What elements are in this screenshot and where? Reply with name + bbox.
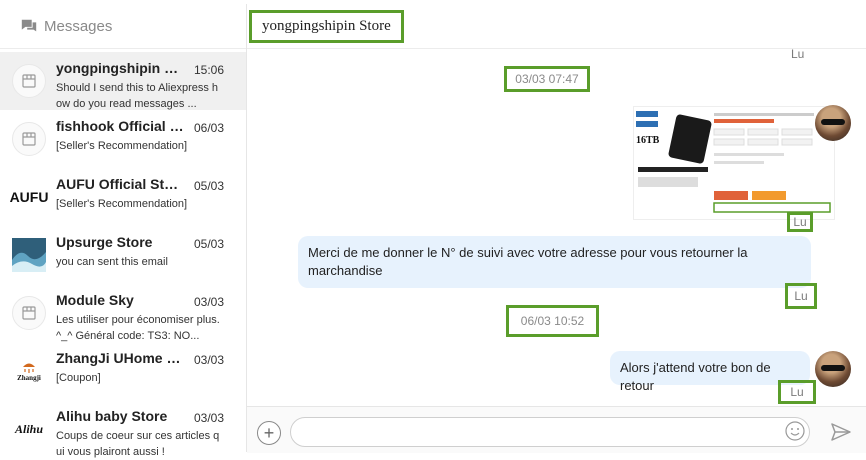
conversation-name: yongpingshipin Store bbox=[56, 60, 184, 76]
wave-image-icon bbox=[12, 238, 46, 272]
conversation-date: 06/03 bbox=[193, 121, 224, 135]
timestamp: 03/03 07:47 bbox=[504, 66, 590, 92]
avatar-glasses-decoration bbox=[821, 365, 845, 371]
conversation-preview: Should I send this to Aliexpress how do … bbox=[56, 82, 219, 110]
sidebar-header: Messages bbox=[0, 4, 246, 49]
message-bubble[interactable]: Merci de me donner le N° de suivi avec v… bbox=[298, 236, 811, 288]
conversation-date: 03/03 bbox=[193, 411, 224, 425]
user-avatar bbox=[815, 351, 851, 387]
conversation-preview: [Coupon] bbox=[56, 372, 101, 384]
chat-bubbles-icon bbox=[21, 19, 37, 32]
conversation-name: Module Sky bbox=[56, 292, 134, 308]
read-receipt: Lu bbox=[785, 283, 817, 309]
product-screenshot bbox=[636, 111, 831, 213]
conversation-date: 03/03 bbox=[193, 295, 224, 309]
read-receipt: Lu bbox=[791, 47, 805, 61]
message-thread[interactable]: Lu 03/03 07:47 16TB Lu Merci de me donne… bbox=[247, 47, 866, 406]
send-icon[interactable] bbox=[831, 423, 851, 441]
conversation-preview: [Seller's Recommendation] bbox=[56, 140, 188, 152]
chat-title: yongpingshipin Store bbox=[249, 10, 404, 43]
conversation-name: AUFU Official Store bbox=[56, 176, 184, 192]
aufu-logo: AUFU bbox=[9, 189, 49, 205]
conversation-list: yongpingshipin Store 15:06 Should I send… bbox=[0, 52, 246, 458]
read-receipt: Lu bbox=[787, 212, 813, 232]
conversation-name: Alihu baby Store bbox=[56, 408, 168, 424]
product-capacity-label: 16TB bbox=[636, 135, 660, 146]
add-attachment-button[interactable]: + bbox=[257, 421, 281, 445]
sidebar-title: Messages bbox=[44, 17, 113, 35]
conversation-name: fishhook Official Store bbox=[56, 118, 184, 134]
message-composer: + bbox=[247, 406, 866, 453]
conversation-sidebar: Messages yongpingshipin Store 15:06 Shou… bbox=[0, 4, 247, 458]
store-icon bbox=[22, 74, 36, 88]
avatar bbox=[12, 64, 46, 98]
conversation-preview: you can sent this email bbox=[56, 256, 168, 268]
product-image-message[interactable]: 16TB bbox=[633, 106, 835, 220]
chat-panel: yongpingshipin Store Lu 03/03 07:47 16TB… bbox=[247, 4, 866, 453]
messenger-app: Messages yongpingshipin Store 15:06 Shou… bbox=[0, 0, 866, 458]
zhangji-logo: Zhangji bbox=[17, 374, 41, 382]
store-icon bbox=[22, 132, 36, 146]
conversation-date: 03/03 bbox=[193, 353, 224, 367]
conversation-item[interactable]: yongpingshipin Store 15:06 Should I send… bbox=[0, 52, 246, 110]
conversation-date: 05/03 bbox=[193, 237, 224, 251]
avatar: Alihu bbox=[12, 412, 46, 446]
user-avatar bbox=[815, 105, 851, 141]
avatar bbox=[12, 122, 46, 156]
avatar: Zhangji bbox=[12, 354, 46, 388]
avatar bbox=[12, 296, 46, 330]
conversation-name: ZhangJi UHome sup... bbox=[56, 350, 184, 366]
conversation-date: 15:06 bbox=[193, 63, 224, 77]
conversation-item[interactable]: Alihu Alihu baby Store 03/03 Coups de co… bbox=[0, 400, 246, 458]
conversation-item[interactable]: Module Sky 03/03 Les utiliser pour écono… bbox=[0, 284, 246, 342]
chat-header: yongpingshipin Store bbox=[247, 4, 866, 49]
conversation-preview: Les utiliser pour économiser plus. ^_^ G… bbox=[56, 314, 220, 342]
message-input[interactable] bbox=[290, 417, 810, 447]
conversation-item[interactable]: Zhangji ZhangJi UHome sup... 03/03 [Coup… bbox=[0, 342, 246, 400]
avatar bbox=[12, 238, 46, 272]
conversation-item[interactable]: fishhook Official Store 06/03 [Seller's … bbox=[0, 110, 246, 168]
conversation-preview: [Seller's Recommendation] bbox=[56, 198, 188, 210]
conversation-date: 05/03 bbox=[193, 179, 224, 193]
emoji-icon[interactable] bbox=[785, 421, 805, 441]
avatar: AUFU bbox=[9, 180, 49, 214]
conversation-name: Upsurge Store bbox=[56, 234, 153, 250]
shower-icon bbox=[23, 363, 35, 373]
avatar-glasses-decoration bbox=[821, 119, 845, 125]
alihu-logo: Alihu bbox=[14, 421, 44, 436]
conversation-preview: Coups de coeur sur ces articles qui vous… bbox=[56, 430, 220, 458]
conversation-item[interactable]: Upsurge Store 05/03 you can sent this em… bbox=[0, 226, 246, 284]
timestamp: 06/03 10:52 bbox=[506, 305, 599, 337]
store-icon bbox=[22, 306, 36, 320]
conversation-item[interactable]: AUFU AUFU Official Store 05/03 [Seller's… bbox=[0, 168, 246, 226]
read-receipt: Lu bbox=[778, 380, 816, 404]
